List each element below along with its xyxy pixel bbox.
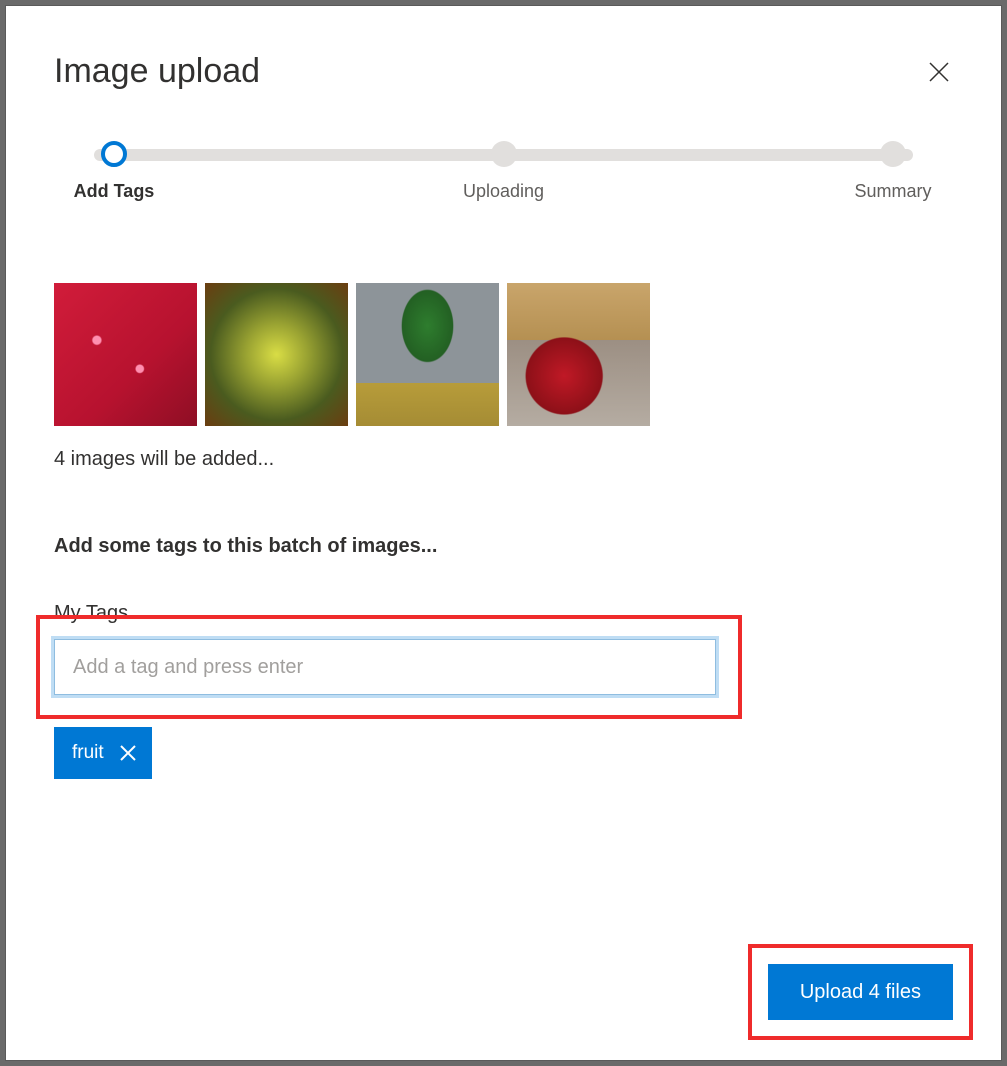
- step-uploading: Uploading: [444, 141, 564, 202]
- thumbnail-image[interactable]: [54, 283, 197, 426]
- thumbnail-strip: [54, 283, 953, 426]
- step-add-tags: Add Tags: [54, 141, 174, 202]
- close-icon: [119, 744, 137, 762]
- step-summary: Summary: [833, 141, 953, 202]
- step-dot-icon: [880, 141, 906, 167]
- tag-pill[interactable]: fruit: [54, 727, 152, 779]
- dialog-footer: Upload 4 files: [768, 964, 953, 1020]
- dialog-header: Image upload: [54, 52, 953, 91]
- tag-pill-list: fruit: [54, 727, 953, 779]
- thumbnail-image[interactable]: [356, 283, 499, 426]
- step-label: Uploading: [463, 181, 544, 202]
- step-label: Add Tags: [74, 181, 155, 202]
- thumbnail-image[interactable]: [507, 283, 650, 426]
- progress-stepper: Add Tags Uploading Summary: [54, 141, 953, 211]
- thumbnail-status-text: 4 images will be added...: [54, 448, 953, 471]
- upload-files-button[interactable]: Upload 4 files: [768, 964, 953, 1020]
- step-dot-icon: [101, 141, 127, 167]
- close-button[interactable]: [925, 58, 953, 86]
- tag-pill-label: fruit: [72, 742, 104, 764]
- close-icon: [927, 60, 951, 84]
- image-upload-dialog: Image upload Add Tags Uploading Summary: [6, 6, 1001, 1060]
- tags-heading: Add some tags to this batch of images...: [54, 535, 953, 558]
- thumbnail-image[interactable]: [205, 283, 348, 426]
- dialog-title: Image upload: [54, 52, 260, 91]
- step-dot-icon: [491, 141, 517, 167]
- tag-input[interactable]: [54, 639, 716, 695]
- step-label: Summary: [854, 181, 931, 202]
- tag-pill-remove-button[interactable]: [118, 743, 138, 763]
- my-tags-label: My Tags: [54, 602, 953, 625]
